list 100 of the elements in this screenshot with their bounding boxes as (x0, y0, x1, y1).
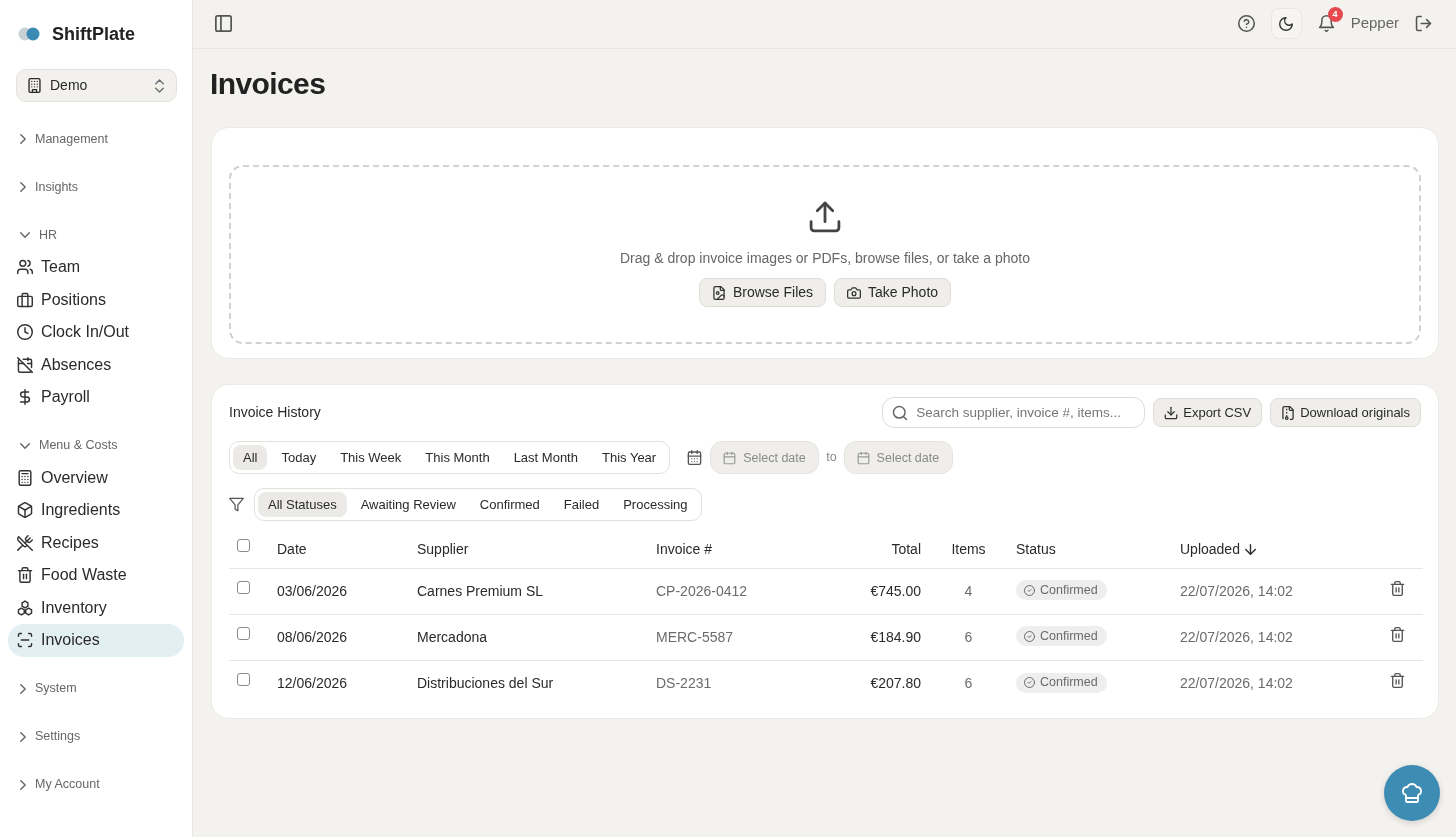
table-cell: 6 (964, 628, 973, 645)
column-header[interactable]: Supplier (417, 539, 469, 561)
period-tab[interactable]: All (233, 445, 268, 470)
toolbar-button[interactable]: Export CSV (1153, 398, 1263, 427)
sidebar-toggle-button[interactable] (215, 15, 232, 32)
upload-hint: Drag & drop invoice images or PDFs, browse files, or take a photo (619, 249, 1031, 268)
sidebar-group-header[interactable]: My Account (8, 768, 184, 801)
column-header[interactable]: Total (891, 539, 921, 561)
sidebar-item[interactable]: Absences (8, 348, 184, 381)
help-icon (1237, 15, 1255, 32)
column-header[interactable]: Date (277, 539, 307, 561)
floating-action-button[interactable] (1384, 765, 1440, 821)
sidebar-item[interactable]: Payroll (8, 381, 184, 414)
page-title: Invoices (210, 66, 327, 102)
sidebar-item[interactable]: Inventory (8, 591, 184, 624)
upload-button[interactable]: Take Photo (834, 278, 952, 307)
table-cell: Mercadona (417, 628, 488, 645)
column-header[interactable]: Uploaded (1180, 539, 1256, 561)
camera-icon (847, 285, 862, 300)
sidebar-item[interactable]: Food Waste (8, 559, 184, 592)
search-icon (892, 404, 909, 421)
workspace-select[interactable]: Demo (16, 69, 177, 102)
sidebar-group-header[interactable]: System (8, 672, 184, 705)
status-tab[interactable]: Awaiting Review (350, 492, 466, 517)
sidebar-item[interactable]: Team (8, 251, 184, 284)
period-tab[interactable]: Today (271, 445, 327, 470)
table-cell: €745.00 (870, 582, 921, 599)
dollar-icon (17, 389, 33, 406)
trash-icon (1389, 580, 1405, 596)
file-image-icon (711, 285, 726, 300)
sidebar-group-header[interactable]: Management (8, 123, 184, 155)
status-tab[interactable]: Processing (613, 492, 698, 517)
table-cell: Distribuciones del Sur (417, 674, 554, 691)
sidebar-group-header[interactable]: Settings (8, 720, 184, 753)
status-text: Confirmed (1040, 581, 1098, 599)
status-text: Confirmed (1040, 674, 1098, 692)
table-cell: Carnes Premium SL (417, 582, 544, 599)
sidebar-group-header[interactable]: Menu & Costs (8, 429, 184, 462)
sidebar-item[interactable]: Positions (8, 283, 184, 316)
brand-name: ShiftPlate (52, 22, 135, 46)
status-text: Confirmed (1040, 627, 1098, 645)
help-button[interactable] (1237, 15, 1255, 32)
status-tab[interactable]: Confirmed (469, 492, 550, 517)
row-checkbox[interactable] (237, 672, 250, 686)
table-cell: CP-2026-0412 (656, 582, 748, 599)
users-icon (17, 259, 33, 276)
table-cell: 22/07/2026, 14:02 (1180, 582, 1293, 599)
logo-icon (18, 27, 40, 41)
chevrons-up-down-icon (155, 78, 164, 93)
column-header[interactable]: Invoice # (656, 539, 713, 561)
select-all-checkbox[interactable] (237, 539, 250, 553)
date-field[interactable]: Select date (710, 441, 820, 474)
sidebar-group-header[interactable]: HR (8, 219, 184, 251)
package-icon (17, 502, 33, 519)
table-cell: €207.80 (870, 674, 921, 691)
date-field[interactable]: Select date (843, 441, 953, 474)
sidebar-group-header[interactable]: Insights (8, 171, 184, 203)
upload-button[interactable]: Browse Files (698, 278, 827, 307)
sidebar-item[interactable]: Invoices (8, 624, 184, 657)
period-tab[interactable]: This Week (330, 445, 412, 470)
row-checkbox[interactable] (237, 626, 250, 640)
trash-icon (1389, 672, 1405, 688)
scan-line-icon (17, 632, 33, 649)
delete-button[interactable] (1389, 672, 1405, 688)
user-name[interactable]: Pepper (1350, 12, 1399, 35)
clock-icon (17, 324, 33, 341)
filter-icon (229, 497, 244, 512)
status-tab[interactable]: Failed (553, 492, 610, 517)
upload-icon (808, 200, 842, 234)
delete-button[interactable] (1389, 626, 1405, 642)
chef-hat-icon (1401, 782, 1423, 804)
search-field[interactable]: Search supplier, invoice #, items... (882, 397, 1146, 428)
check-circle-icon (1024, 630, 1035, 642)
status-tab[interactable]: All Statuses (258, 492, 347, 517)
notification-badge: 4 (1327, 7, 1343, 22)
row-checkbox[interactable] (237, 580, 250, 594)
calendar-icon (687, 450, 703, 465)
sidebar-item[interactable]: Ingredients (8, 494, 184, 527)
sidebar-item[interactable]: Recipes (8, 526, 184, 559)
column-header[interactable]: Items (951, 539, 986, 561)
sidebar-item[interactable]: Overview (8, 461, 184, 494)
briefcase-icon (17, 291, 33, 308)
logout-button[interactable] (1415, 15, 1432, 32)
period-tab[interactable]: This Year (591, 445, 667, 470)
delete-button[interactable] (1389, 580, 1405, 596)
calendar-off-icon (17, 356, 33, 373)
theme-toggle-button[interactable] (1270, 8, 1302, 39)
check-circle-icon (1024, 584, 1035, 596)
period-tab[interactable]: This Month (415, 445, 500, 470)
sidebar-item[interactable]: Clock In/Out (8, 316, 184, 349)
calendar-icon (856, 451, 870, 464)
table-cell: 4 (964, 582, 973, 599)
table-cell: €184.90 (870, 628, 921, 645)
toolbar-button[interactable]: Download originals (1270, 398, 1421, 427)
calculator-icon (17, 469, 33, 486)
check-circle-icon (1024, 677, 1035, 688)
drop-zone[interactable]: Drag & drop invoice images or PDFs, browse files, or take a photo Browse Files Take Photo (229, 165, 1421, 344)
period-tab[interactable]: Last Month (503, 445, 588, 470)
column-header[interactable]: Status (1016, 539, 1056, 561)
file-archive-icon (1281, 405, 1296, 420)
